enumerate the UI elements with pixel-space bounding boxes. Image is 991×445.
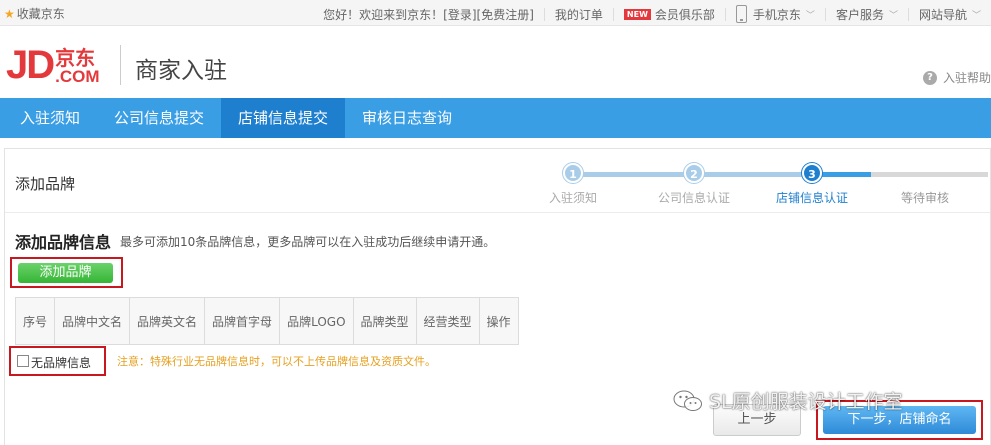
welcome-label: 您好！欢迎来到京东！ (323, 7, 444, 22)
star-icon: ★ (4, 6, 15, 21)
table-header-cell: 序号 (14, 297, 56, 345)
step-label: 店铺信息认证 (775, 191, 848, 205)
step-number: 3 (802, 163, 822, 183)
step-company: 2 公司信息认证 (634, 163, 754, 206)
logo-jd-text: JD (6, 43, 55, 87)
mobile-jd-link[interactable]: 手机京东 (753, 6, 801, 23)
brand-section-note: 最多可添加10条品牌信息，更多品牌可以在入驻成功后继续申请开通。 (120, 235, 496, 249)
brand-table: 序号 品牌中文名 品牌英文名 品牌首字母 品牌LOGO 品牌类型 经营类型 操作 (14, 297, 519, 345)
my-orders-link[interactable]: 我的订单 (555, 6, 603, 23)
favorite-link[interactable]: ★ 收藏京东 (4, 5, 65, 22)
step-label: 等待审核 (900, 191, 949, 205)
step-store: 3 店铺信息认证 (752, 163, 872, 206)
divider (907, 7, 909, 21)
table-header-cell: 操作 (478, 297, 519, 345)
welcome-text: 您好！欢迎来到京东！[登录][免费注册] (323, 6, 534, 23)
tab-notice[interactable]: 入驻须知 (0, 98, 97, 138)
header: JD 京东 .COM 商家入驻 ? 入驻帮助 (0, 27, 991, 98)
chevron-down-icon: ﹀ (805, 10, 815, 21)
table-header-cell: 品牌首字母 (204, 297, 281, 345)
divider (612, 7, 614, 21)
table-header-cell: 品牌英文名 (129, 297, 206, 345)
logo-right: 京东 .COM (55, 48, 99, 85)
tab-company-info[interactable]: 公司信息提交 (97, 98, 221, 138)
site-nav-link[interactable]: 网站导航 (919, 6, 967, 23)
logo-divider (120, 45, 121, 85)
top-nav: 您好！欢迎来到京东！[登录][免费注册] 我的订单 NEW 会员俱乐部 手机京东… (323, 5, 981, 23)
step-audit: 等待审核 (865, 163, 985, 206)
divider (543, 7, 545, 21)
step-notice: 1 入驻须知 (513, 163, 633, 206)
page-title: 商家入驻 (135, 58, 227, 84)
no-brand-checkbox[interactable] (17, 355, 29, 367)
top-bar: ★ 收藏京东 您好！欢迎来到京东！[登录][免费注册] 我的订单 NEW 会员俱… (0, 0, 991, 26)
table-header-cell: 品牌LOGO (279, 297, 354, 345)
no-brand-highlight: 无品牌信息 (9, 346, 106, 376)
help-link[interactable]: ? 入驻帮助 (922, 69, 991, 86)
watermark: SL原创服装设计工作室 (673, 387, 903, 414)
progress-steps: 1 入驻须知 2 公司信息认证 3 店铺信息认证 等待审核 (513, 159, 988, 209)
table-header-cell: 品牌类型 (352, 297, 417, 345)
brand-section-title: 添加品牌信息 (15, 233, 112, 252)
question-icon: ? (922, 70, 937, 85)
login-link[interactable]: [登录] (443, 8, 476, 22)
no-brand-label[interactable]: 无品牌信息 (31, 354, 91, 371)
customer-service-link[interactable]: 客户服务 (836, 6, 884, 23)
divider (724, 7, 726, 21)
table-header-cell: 经营类型 (415, 297, 480, 345)
new-badge: NEW (623, 8, 651, 20)
table-header-cell: 品牌中文名 (54, 297, 131, 345)
step-number: 2 (684, 163, 704, 183)
panel-title: 添加品牌 (15, 175, 76, 193)
wechat-icon (673, 390, 702, 411)
tab-audit-log[interactable]: 审核日志查询 (345, 98, 469, 138)
logo-com-text: .COM (55, 67, 100, 86)
panel-header: 添加品牌 1 入驻须知 2 公司信息认证 3 店铺信息认证 等待审核 (5, 149, 990, 213)
jd-logo[interactable]: JD 京东 .COM (6, 45, 100, 85)
register-link[interactable]: [免费注册] (477, 8, 534, 22)
favorite-label: 收藏京东 (16, 7, 65, 21)
add-brand-button[interactable]: 添加品牌 (18, 263, 113, 283)
add-brand-highlight: 添加品牌 (10, 257, 123, 288)
main-nav: 入驻须知 公司信息提交 店铺信息提交 审核日志查询 (0, 98, 991, 138)
step-number: 1 (563, 163, 583, 183)
step-label: 入驻须知 (548, 191, 597, 205)
watermark-text: SL原创服装设计工作室 (709, 391, 903, 413)
vip-club-link[interactable]: 会员俱乐部 (655, 6, 715, 23)
table-header-row: 序号 品牌中文名 品牌英文名 品牌首字母 品牌LOGO 品牌类型 经营类型 操作 (14, 297, 519, 345)
phone-icon (735, 5, 747, 23)
divider (824, 7, 826, 21)
add-brand-panel: 添加品牌 1 入驻须知 2 公司信息认证 3 店铺信息认证 等待审核 添加品牌信… (4, 148, 991, 445)
tab-store-info[interactable]: 店铺信息提交 (221, 98, 346, 138)
logo-cn-text: 京东 (55, 46, 96, 70)
no-brand-note: 注意：特殊行业无品牌信息时，可以不上传品牌信息及资质文件。 (117, 355, 436, 368)
help-label: 入驻帮助 (942, 71, 991, 85)
chevron-down-icon: ﹀ (971, 10, 981, 21)
chevron-down-icon: ﹀ (888, 10, 898, 21)
step-label: 公司信息认证 (657, 191, 730, 205)
